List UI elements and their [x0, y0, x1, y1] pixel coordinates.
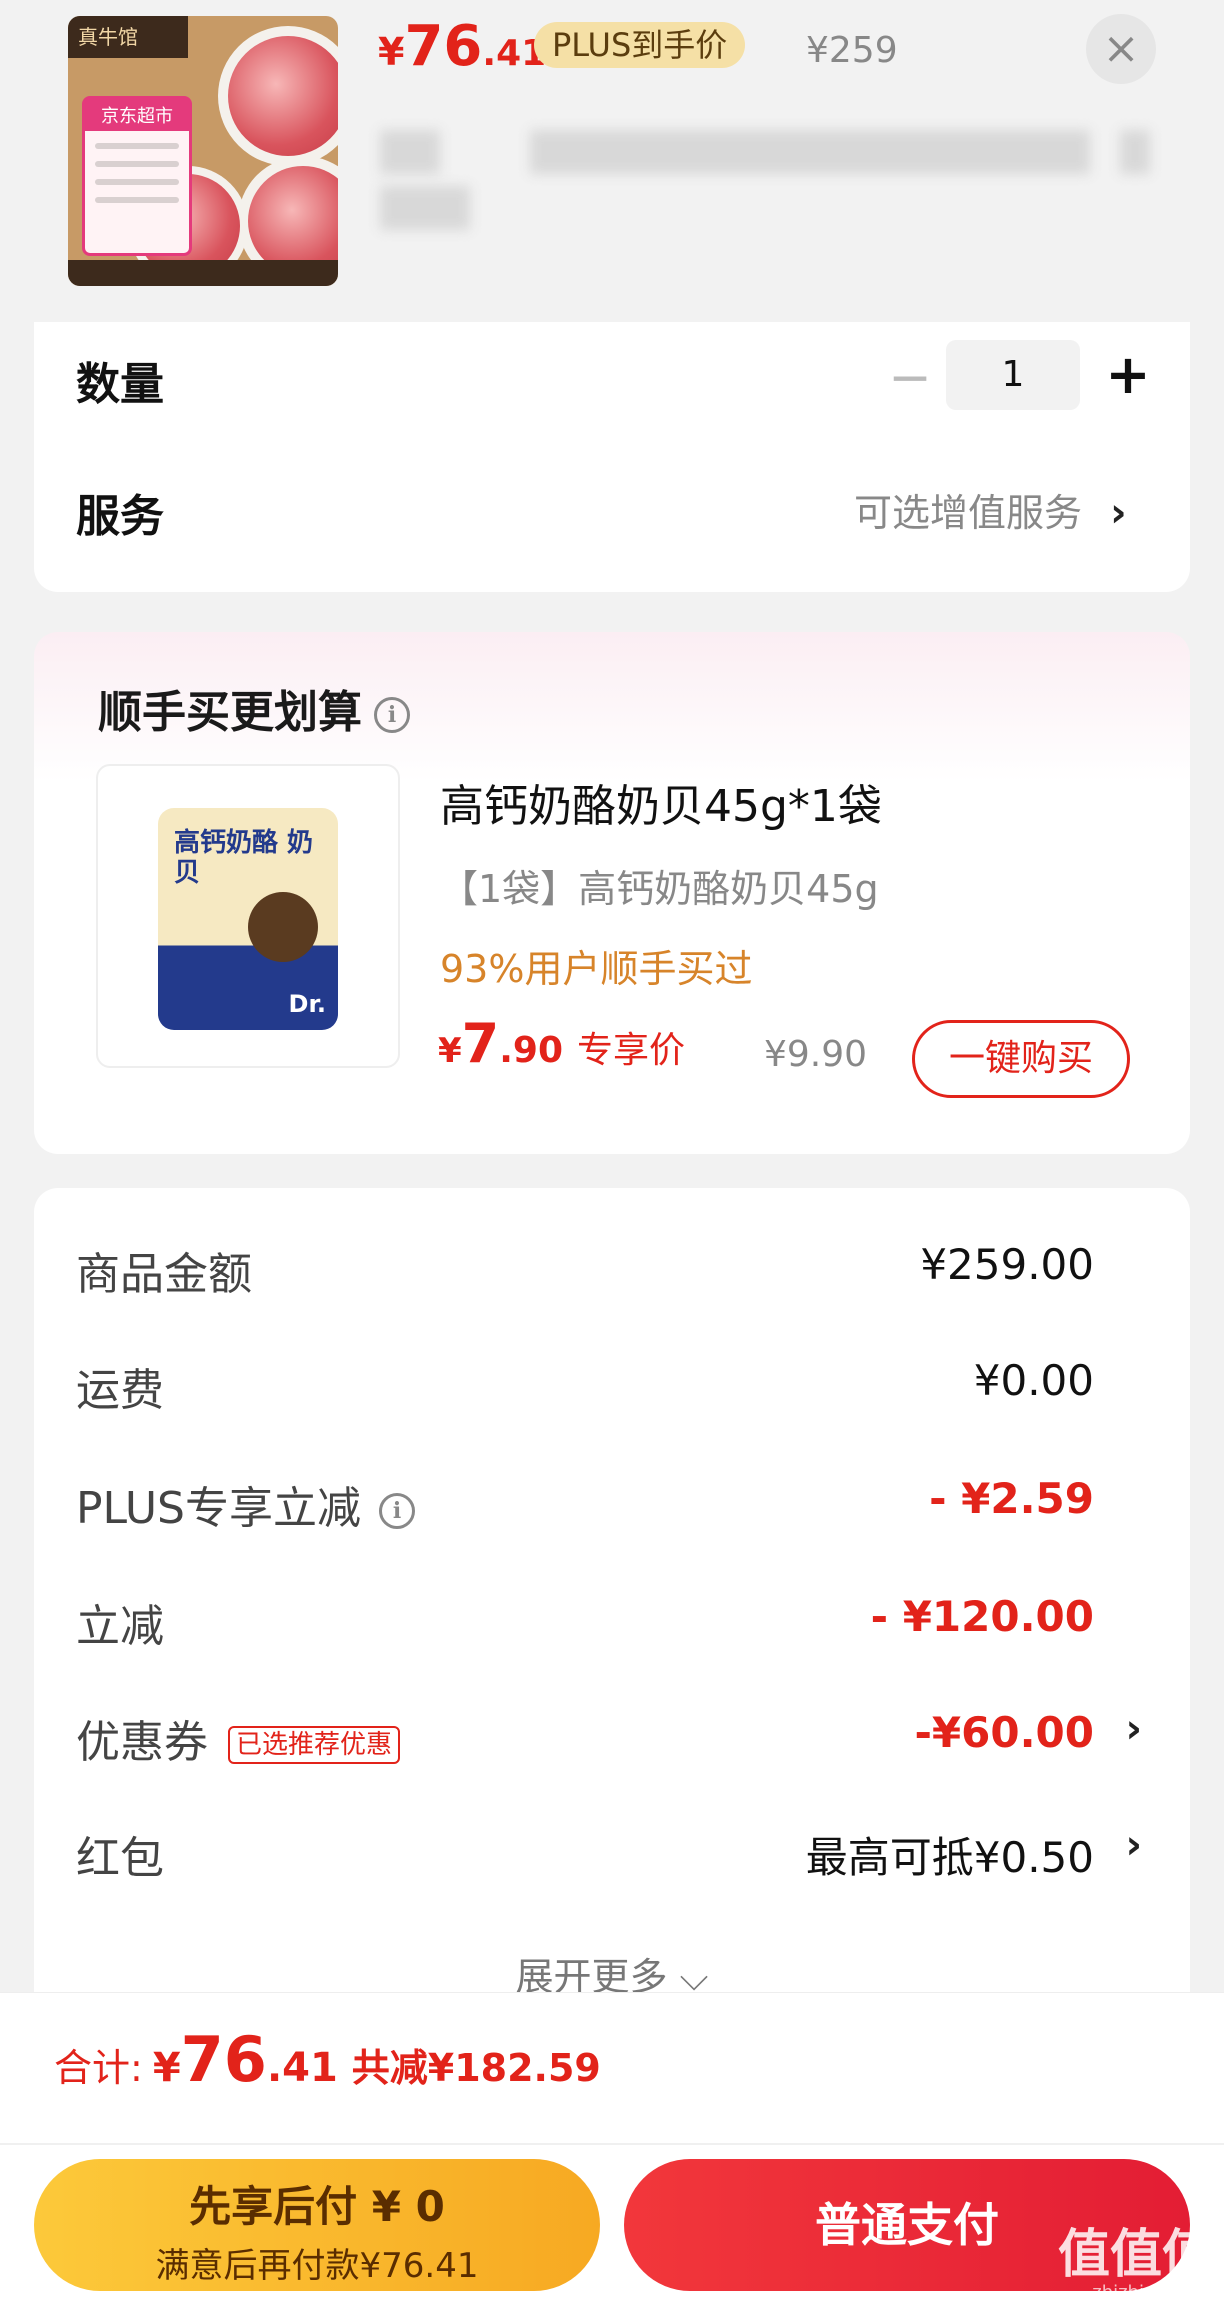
image-footer-strip [68, 260, 338, 286]
breakdown-row-subtotal: 商品金额 ¥259.00 [76, 1230, 1190, 1300]
total-label: 合计: [54, 2046, 143, 2090]
row-value: ¥259.00 [920, 1240, 1094, 1289]
blur-block [530, 130, 1090, 174]
quantity-label: 数量 [76, 359, 164, 410]
row-value: -¥60.00 [914, 1708, 1094, 1757]
addon-product-image[interactable]: 高钙奶酪 奶贝 Dr. [96, 764, 400, 1068]
addon-purchase-stat: 93%用户顺手买过 [440, 947, 753, 991]
cheese-bag-image: 高钙奶酪 奶贝 Dr. [158, 808, 338, 1030]
info-icon[interactable]: i [374, 697, 410, 733]
product-thumbnail[interactable]: 真牛馆 京东超市 [68, 16, 338, 286]
brand-logo: 真牛馆 [68, 16, 188, 58]
blur-block [380, 130, 440, 174]
promo-title: 京东超市 [85, 99, 189, 131]
breakdown-row-shipping: 运费 ¥0.00 [76, 1346, 1190, 1416]
chevron-right-icon: › [1110, 490, 1127, 536]
row-value: 最高可抵¥0.50 [805, 1833, 1094, 1882]
pay-later-title: 先享后付 ¥ 0 [189, 2182, 445, 2231]
one-click-buy-button[interactable]: 一键购买 [912, 1020, 1130, 1098]
value-added-service-link[interactable]: 可选增值服务 › [854, 482, 1127, 537]
price-symbol: ¥ [438, 1031, 462, 1071]
meat-image [228, 36, 338, 156]
quantity-increase-button[interactable]: + [1098, 342, 1158, 412]
chevron-right-icon: › [1125, 1822, 1142, 1868]
checkout-bar: 合计: ¥76.41 共减¥182.59 先享后付 ¥ 0 满意后再付款¥76.41… [0, 1992, 1224, 2307]
watermark-site: zhizhizhi.com [1092, 2282, 1214, 2303]
promo-line [95, 161, 179, 167]
row-value: ¥0.00 [973, 1356, 1094, 1405]
options-card: 数量 − 1 + 服务 可选增值服务 › [34, 322, 1190, 592]
addon-product-name[interactable]: 高钙奶酪奶贝45g*1袋 [440, 770, 882, 834]
quantity-input[interactable]: 1 [946, 340, 1080, 410]
close-button[interactable]: × [1086, 14, 1156, 84]
row-label: 运费 [76, 1365, 164, 1416]
order-total: 合计: ¥76.41 共减¥182.59 [54, 2023, 601, 2096]
price-symbol: ¥ [378, 30, 405, 74]
promo-line [95, 179, 179, 185]
chevron-right-icon: › [1125, 1706, 1142, 1752]
row-label: 立减 [76, 1601, 164, 1652]
info-icon[interactable]: i [379, 1493, 415, 1529]
addon-price: ¥7.90 专享价 [438, 1012, 685, 1075]
row-label: PLUS专享立减 i [76, 1472, 415, 1536]
total-symbol: ¥ [152, 2045, 181, 2091]
pay-later-subtitle: 满意后再付款¥76.41 [155, 2246, 479, 2286]
pay-later-button[interactable]: 先享后付 ¥ 0 满意后再付款¥76.41 [34, 2159, 600, 2291]
row-label: 商品金额 [76, 1249, 252, 1300]
total-saved: 共减¥182.59 [351, 2046, 601, 2090]
exclusive-price-tag: 专享价 [577, 1030, 686, 1071]
divider [0, 2143, 1224, 2145]
promo-line [95, 197, 179, 203]
total-decimal: .41 [266, 2045, 338, 2091]
blur-block [380, 186, 470, 230]
bag-brand: Dr. [288, 990, 326, 1018]
price-decimal: .90 [499, 1030, 564, 1071]
service-label: 服务 [76, 491, 164, 542]
recommended-coupon-badge: 已选推荐优惠 [228, 1726, 401, 1764]
row-label-text: 优惠券 [76, 1717, 208, 1768]
row-value: - ¥120.00 [870, 1592, 1094, 1641]
row-value: - ¥2.59 [929, 1474, 1094, 1523]
breakdown-row-red-packet[interactable]: 红包 最高可抵¥0.50 › [76, 1814, 1190, 1884]
addon-product-spec: 【1袋】高钙奶酪奶贝45g [440, 867, 879, 911]
close-icon: × [1102, 23, 1140, 74]
promo-badge: 京东超市 [82, 96, 192, 256]
row-label: 红包 [76, 1833, 164, 1884]
plus-price-badge: PLUS到手价 [534, 22, 746, 68]
addon-original-price: ¥9.90 [764, 1034, 868, 1075]
row-label: 优惠券 已选推荐优惠 [76, 1706, 401, 1770]
product-header: 真牛馆 京东超市 ¥76.41 PLUS到手价 ¥259 × [0, 0, 1224, 312]
price-integer: 7 [461, 1012, 500, 1075]
watermark-text: 值值值 [1057, 2225, 1214, 2285]
addon-section-title: 顺手买更划算 i [98, 676, 410, 740]
blurred-product-title [380, 124, 1160, 234]
breakdown-row-instant-discount: 立减 - ¥120.00 [76, 1582, 1190, 1652]
site-watermark: 值值值 zhizhizhi.com [1058, 2227, 1214, 2303]
breakdown-row-coupon[interactable]: 优惠券 已选推荐优惠 -¥60.00 › [76, 1698, 1190, 1768]
quantity-decrease-button[interactable]: − [880, 350, 940, 410]
addon-card: 顺手买更划算 i 高钙奶酪 奶贝 Dr. 高钙奶酪奶贝45g*1袋 【1袋】高钙奶… [34, 632, 1190, 1154]
header-price: ¥76.41 [378, 14, 546, 79]
price-breakdown-card: 商品金额 ¥259.00 运费 ¥0.00 PLUS专享立减 i - ¥2.59 … [34, 1188, 1190, 2008]
promo-line [95, 143, 179, 149]
row-label-text: PLUS专享立减 [76, 1483, 361, 1534]
price-integer: 76 [404, 14, 483, 79]
breakdown-row-plus-discount: PLUS专享立减 i - ¥2.59 [76, 1464, 1190, 1534]
addon-title-text: 顺手买更划算 [98, 687, 362, 738]
bag-label: 高钙奶酪 奶贝 [174, 828, 314, 888]
mascot-image [248, 892, 318, 962]
total-integer: 76 [180, 2023, 267, 2096]
original-price: ¥259 [806, 30, 898, 71]
service-link-text: 可选增值服务 [854, 491, 1083, 535]
blur-block [1120, 130, 1150, 174]
